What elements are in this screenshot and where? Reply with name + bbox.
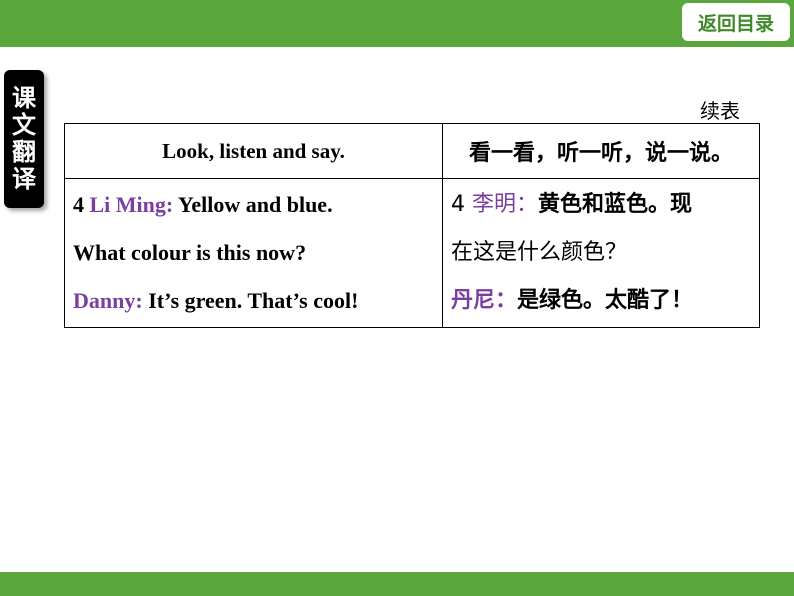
back-to-contents-button[interactable]: 返回目录 [682, 3, 790, 41]
chinese-line-1: 4 李明：黄色和蓝色。现 [451, 192, 693, 217]
english-line-2: What colour is this now? [73, 240, 307, 265]
table-row: 4 Li Ming: Yellow and blue. What colour … [64, 178, 760, 328]
chinese-line-2: 在这是什么颜色？ [451, 240, 628, 265]
speaker-danny-zh: 丹尼： [451, 288, 518, 313]
speaker-li-ming: Li Ming: [89, 192, 174, 217]
bottom-bar [0, 572, 794, 596]
english-line-3: Danny: It’s green. That’s cool! [73, 288, 359, 313]
dialogue-english: 4 Li Ming: Yellow and blue. What colour … [64, 178, 443, 328]
english-line-1: 4 Li Ming: Yellow and blue. [73, 192, 333, 217]
top-bar: 返回目录 [0, 0, 794, 47]
dialogue-chinese: 4 李明：黄色和蓝色。现 在这是什么颜色？ 丹尼：是绿色。太酷了！ [442, 178, 760, 328]
chinese-line-3: 丹尼：是绿色。太酷了！ [451, 288, 694, 313]
speaker-li-ming-zh: 李明： [472, 192, 539, 217]
header-chinese: 看一看，听一听，说一说。 [442, 123, 760, 179]
continued-table-label: 续表 [700, 99, 740, 123]
header-english: Look, listen and say. [64, 123, 443, 179]
lesson-translation-tab: 课文翻译 [4, 70, 44, 208]
speaker-danny: Danny: [73, 288, 143, 313]
lesson-table: Look, listen and say. 看一看，听一听，说一说。 4 Li … [64, 123, 760, 328]
table-header-row: Look, listen and say. 看一看，听一听，说一说。 [64, 123, 760, 179]
